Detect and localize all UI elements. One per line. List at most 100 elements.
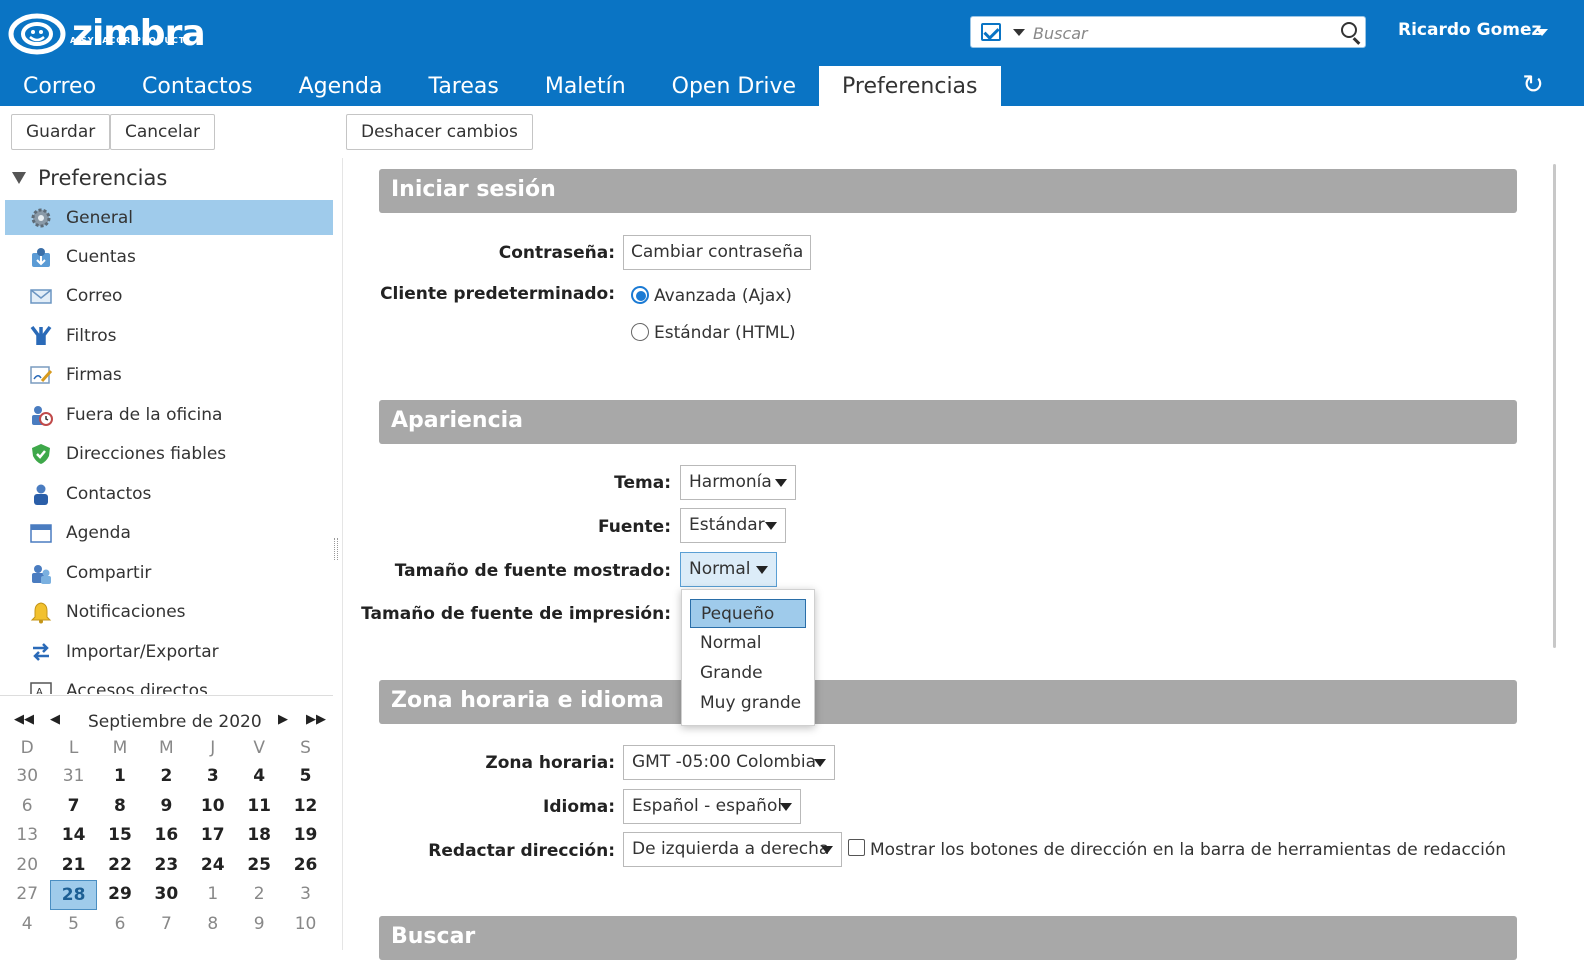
- show-direction-buttons-checkbox[interactable]: [848, 839, 865, 856]
- search-input[interactable]: [1033, 21, 1333, 45]
- calendar-day[interactable]: 16: [143, 821, 189, 851]
- calendar-day[interactable]: 1: [97, 762, 143, 792]
- calendar-day[interactable]: 8: [190, 910, 236, 940]
- calendar-day[interactable]: 3: [190, 762, 236, 792]
- tab-agenda[interactable]: Agenda: [276, 66, 406, 106]
- font-select[interactable]: Estándar: [680, 508, 786, 543]
- calendar-day[interactable]: 13: [4, 821, 50, 851]
- sidebar-item-correo[interactable]: Correo: [5, 277, 333, 317]
- mail-icon: [30, 289, 52, 304]
- sidebar-item-accesos-directos[interactable]: A Accesos directos: [5, 672, 333, 694]
- calendar-day[interactable]: 10: [282, 910, 328, 940]
- dropdown-option-grande[interactable]: Grande: [690, 659, 806, 688]
- sidebar-item-contactos[interactable]: Contactos: [5, 474, 333, 514]
- sidebar-item-cuentas[interactable]: Cuentas: [5, 237, 333, 277]
- prev-month-icon[interactable]: ◀: [50, 712, 60, 727]
- calendar-day[interactable]: 22: [97, 851, 143, 881]
- save-button[interactable]: Guardar: [11, 114, 111, 150]
- calendar-day[interactable]: 24: [190, 851, 236, 881]
- calendar-day[interactable]: 5: [282, 762, 328, 792]
- client-html-radio[interactable]: [631, 323, 649, 341]
- calendar-day[interactable]: 11: [236, 792, 282, 822]
- preferences-tree-header[interactable]: Preferencias: [12, 166, 167, 190]
- display-font-size-select[interactable]: Normal: [680, 552, 777, 587]
- sidebar-item-compartir[interactable]: Compartir: [5, 553, 333, 593]
- calendar-day[interactable]: 25: [236, 851, 282, 881]
- search-type-dropdown-icon[interactable]: [1013, 29, 1025, 36]
- calendar-day[interactable]: 9: [143, 792, 189, 822]
- calendar-day[interactable]: 6: [4, 792, 50, 822]
- sidebar-item-importar-exportar[interactable]: Importar/Exportar: [5, 632, 333, 672]
- dropdown-option-pequeno[interactable]: Pequeño: [690, 599, 806, 628]
- tab-open-drive[interactable]: Open Drive: [649, 66, 819, 106]
- client-ajax-label[interactable]: Avanzada (Ajax): [654, 286, 792, 306]
- zimbra-logo[interactable]: zimbra: [8, 10, 206, 58]
- tab-preferencias[interactable]: Preferencias: [819, 66, 1001, 106]
- calendar-day[interactable]: 21: [50, 851, 96, 881]
- calendar-day[interactable]: 15: [97, 821, 143, 851]
- tab-maletin[interactable]: Maletín: [522, 66, 649, 106]
- calendar-day[interactable]: 3: [282, 880, 328, 910]
- client-ajax-radio[interactable]: [631, 286, 649, 304]
- next-month-icon[interactable]: ▶: [278, 712, 288, 727]
- next-year-icon[interactable]: ▶▶: [306, 712, 326, 727]
- user-menu[interactable]: Ricardo Gomez: [1398, 20, 1541, 40]
- calendar-day[interactable]: 2: [143, 762, 189, 792]
- calendar-day[interactable]: 5: [50, 910, 96, 940]
- calendar-day[interactable]: 17: [190, 821, 236, 851]
- calendar-day[interactable]: 23: [143, 851, 189, 881]
- calendar-day[interactable]: 26: [282, 851, 328, 881]
- user-menu-caret-icon[interactable]: [1536, 29, 1548, 36]
- sidebar-item-agenda[interactable]: Agenda: [5, 514, 333, 554]
- sidebar-item-notificaciones[interactable]: Notificaciones: [5, 593, 333, 633]
- calendar-day[interactable]: 30: [143, 880, 189, 910]
- timezone-select[interactable]: GMT -05:00 Colombia: [623, 745, 835, 780]
- search-icon[interactable]: [1341, 22, 1357, 38]
- calendar-day[interactable]: 27: [4, 880, 50, 910]
- calendar-day[interactable]: 2: [236, 880, 282, 910]
- calendar-day[interactable]: 8: [97, 792, 143, 822]
- tab-tareas[interactable]: Tareas: [406, 66, 522, 106]
- calendar-month-title[interactable]: Septiembre de 2020: [88, 712, 262, 732]
- cancel-button[interactable]: Cancelar: [110, 114, 215, 150]
- search-type-checkbox-icon[interactable]: [981, 23, 1001, 41]
- calendar-day[interactable]: 4: [236, 762, 282, 792]
- show-direction-buttons-label[interactable]: Mostrar los botones de dirección en la b…: [870, 840, 1506, 860]
- calendar-day[interactable]: 10: [190, 792, 236, 822]
- calendar-day[interactable]: 6: [97, 910, 143, 940]
- undo-changes-button[interactable]: Deshacer cambios: [346, 114, 533, 150]
- sidebar-item-filtros[interactable]: Filtros: [5, 316, 333, 356]
- dropdown-option-normal[interactable]: Normal: [690, 629, 806, 658]
- theme-select[interactable]: Harmonía: [680, 465, 796, 500]
- language-select[interactable]: Español - español: [623, 789, 801, 824]
- collapse-triangle-icon[interactable]: [12, 172, 26, 184]
- change-password-button[interactable]: Cambiar contraseña: [623, 235, 812, 270]
- sidebar-item-general[interactable]: General: [5, 200, 333, 235]
- sidebar-item-firmas[interactable]: Firmas: [5, 356, 333, 396]
- calendar-day[interactable]: 4: [4, 910, 50, 940]
- sidebar-item-fuera-oficina[interactable]: Fuera de la oficina: [5, 395, 333, 435]
- calendar-day[interactable]: 1: [190, 880, 236, 910]
- client-html-label[interactable]: Estándar (HTML): [654, 323, 796, 343]
- sidebar-resize-handle[interactable]: [334, 538, 338, 560]
- calendar-day-today[interactable]: 28: [50, 880, 97, 910]
- calendar-day[interactable]: 29: [97, 880, 143, 910]
- calendar-day[interactable]: 12: [282, 792, 328, 822]
- calendar-day[interactable]: 30: [4, 762, 50, 792]
- tab-correo[interactable]: Correo: [0, 66, 119, 106]
- content-scrollbar[interactable]: [1553, 164, 1556, 648]
- calendar-day[interactable]: 31: [50, 762, 96, 792]
- calendar-day[interactable]: 7: [50, 792, 96, 822]
- calendar-day[interactable]: 18: [236, 821, 282, 851]
- calendar-day[interactable]: 20: [4, 851, 50, 881]
- calendar-day[interactable]: 14: [50, 821, 96, 851]
- sidebar-item-direcciones-fiables[interactable]: Direcciones fiables: [5, 435, 333, 475]
- calendar-day[interactable]: 9: [236, 910, 282, 940]
- tab-contactos[interactable]: Contactos: [119, 66, 276, 106]
- refresh-icon[interactable]: ↻: [1520, 72, 1546, 98]
- calendar-day[interactable]: 7: [143, 910, 189, 940]
- prev-year-icon[interactable]: ◀◀: [14, 712, 34, 727]
- compose-direction-select[interactable]: De izquierda a derecha: [623, 832, 842, 867]
- dropdown-option-muy-grande[interactable]: Muy grande: [690, 689, 806, 718]
- calendar-day[interactable]: 19: [282, 821, 328, 851]
